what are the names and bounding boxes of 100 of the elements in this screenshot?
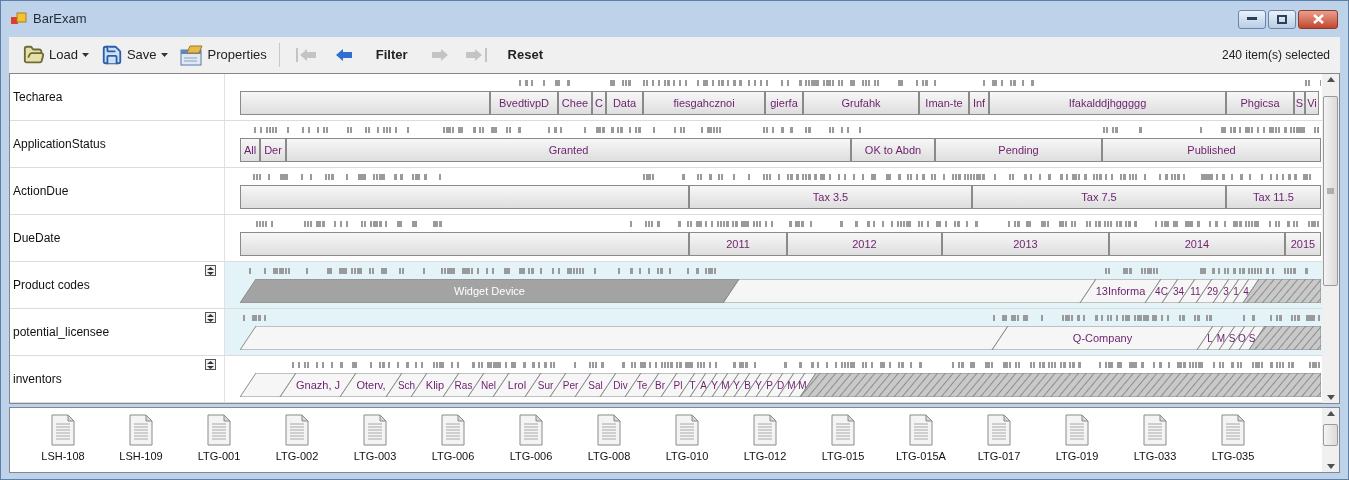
expand-toggle[interactable]: [205, 265, 216, 276]
file-item[interactable]: LTG-006: [414, 414, 492, 465]
first-icon: [295, 47, 318, 63]
file-item[interactable]: LTG-001: [180, 414, 258, 465]
bar-segment[interactable]: Inf: [969, 91, 989, 115]
file-name: LTG-001: [197, 449, 241, 464]
properties-icon: [179, 44, 204, 66]
expand-toggle[interactable]: [205, 359, 216, 370]
row-label: DueDate: [13, 230, 61, 247]
up-down-arrows-icon: [207, 313, 214, 322]
document-icon: [441, 414, 465, 446]
file-item[interactable]: LSH-109: [102, 414, 180, 465]
bar-segment[interactable]: Ifakalddjhggggg: [989, 91, 1226, 115]
file-name: LTG-017: [977, 449, 1021, 464]
last-icon: [465, 47, 488, 63]
bar-segment[interactable]: C: [592, 91, 606, 115]
document-icon: [909, 414, 933, 446]
file-item[interactable]: LTG-017: [960, 414, 1038, 465]
toolbar-button[interactable]: Properties: [175, 41, 271, 69]
file-item[interactable]: LTG-035: [1194, 414, 1272, 465]
row-label: ActionDue: [13, 183, 69, 200]
maximize-button[interactable]: [1268, 9, 1296, 29]
close-button[interactable]: [1298, 9, 1338, 29]
toolbar-button[interactable]: Filter: [369, 41, 414, 69]
bar-segment[interactable]: gierfa: [765, 91, 803, 115]
document-icon: [1143, 414, 1167, 446]
file-item[interactable]: LTG-015A: [882, 414, 960, 465]
toolbar-button[interactable]: Save: [96, 41, 172, 69]
vertical-scrollbar[interactable]: [1322, 408, 1339, 472]
document-icon: [987, 414, 1011, 446]
bar-segment[interactable]: Tax 3.5: [689, 185, 972, 209]
document-icon: [675, 414, 699, 446]
bar-segment[interactable]: 2014: [1109, 232, 1285, 256]
app-icon: [11, 12, 27, 26]
maximize-icon: [1277, 14, 1287, 24]
bar-segment[interactable]: 2011: [689, 232, 787, 256]
file-item[interactable]: LTG-002: [258, 414, 336, 465]
bar-segment[interactable]: Phgicsa: [1226, 91, 1294, 115]
blank-segment[interactable]: [240, 232, 689, 256]
bar-segment[interactable]: Chee: [558, 91, 592, 115]
up-down-arrows-icon: [207, 360, 214, 369]
bar-segment[interactable]: Published: [1102, 138, 1321, 162]
expand-toggle[interactable]: [205, 312, 216, 323]
scroll-up-icon[interactable]: [1326, 77, 1335, 82]
bar-segment[interactable]: 2013: [942, 232, 1109, 256]
file-item[interactable]: LTG-006: [492, 414, 570, 465]
document-icon: [1065, 414, 1089, 446]
file-name: LSH-108: [41, 449, 85, 464]
bar-segment[interactable]: Vi: [1305, 91, 1319, 115]
selection-status: 240 item(s) selected: [1221, 47, 1330, 64]
bar-segment[interactable]: fiesgahcznoi: [643, 91, 765, 115]
document-icon: [363, 414, 387, 446]
scroll-up-icon[interactable]: [1326, 411, 1335, 416]
toolbar-button[interactable]: Load: [19, 41, 93, 69]
vertical-scrollbar[interactable]: [1322, 74, 1339, 403]
row-label: ApplicationStatus: [13, 136, 106, 153]
minimize-button[interactable]: [1238, 9, 1266, 29]
minimize-icon: [1247, 17, 1257, 21]
toolbar-button[interactable]: Reset: [501, 41, 550, 69]
grip-icon: [1327, 188, 1334, 194]
window-title: BarExam: [33, 10, 87, 29]
bar-segment[interactable]: 2012: [787, 232, 942, 256]
bar-segment[interactable]: Der: [260, 138, 286, 162]
file-item[interactable]: LTG-015: [804, 414, 882, 465]
bar-segment[interactable]: Pending: [935, 138, 1102, 162]
document-icon: [831, 414, 855, 446]
document-icon: [753, 414, 777, 446]
scroll-down-icon[interactable]: [1326, 395, 1335, 400]
bar-segment[interactable]: Tax 11.5: [1226, 185, 1321, 209]
document-icon: [1221, 414, 1245, 446]
bar-segment[interactable]: S: [1294, 91, 1305, 115]
blank-segment[interactable]: [240, 91, 490, 115]
bar-segment[interactable]: Grufahk: [803, 91, 919, 115]
folder-icon: [23, 44, 45, 66]
scroll-thumb[interactable]: [1323, 96, 1338, 286]
bar-segment[interactable]: 2015: [1285, 232, 1321, 256]
file-item[interactable]: LTG-033: [1116, 414, 1194, 465]
scroll-down-icon[interactable]: [1326, 464, 1335, 469]
file-name: LSH-109: [119, 449, 163, 464]
file-item[interactable]: LTG-012: [726, 414, 804, 465]
document-icon: [51, 414, 75, 446]
document-icon: [207, 414, 231, 446]
file-item[interactable]: LSH-108: [24, 414, 102, 465]
bar-segment[interactable]: OK to Abdn: [851, 138, 935, 162]
bar-segment[interactable]: Granted: [286, 138, 851, 162]
scroll-thumb[interactable]: [1323, 424, 1338, 446]
file-name: LTG-006: [509, 449, 553, 464]
blank-segment[interactable]: [240, 373, 297, 397]
blank-segment[interactable]: [240, 185, 689, 209]
bar-segment[interactable]: All: [240, 138, 260, 162]
bar-segment[interactable]: Iman-te: [919, 91, 969, 115]
file-name: LTG-010: [665, 449, 709, 464]
file-item[interactable]: LTG-019: [1038, 414, 1116, 465]
bar-segment[interactable]: Tax 7.5: [972, 185, 1226, 209]
bar-segment[interactable]: BvedtivpD: [490, 91, 558, 115]
file-item[interactable]: LTG-003: [336, 414, 414, 465]
document-icon: [285, 414, 309, 446]
file-item[interactable]: LTG-008: [570, 414, 648, 465]
file-item[interactable]: LTG-010: [648, 414, 726, 465]
bar-segment[interactable]: Data: [606, 91, 643, 115]
